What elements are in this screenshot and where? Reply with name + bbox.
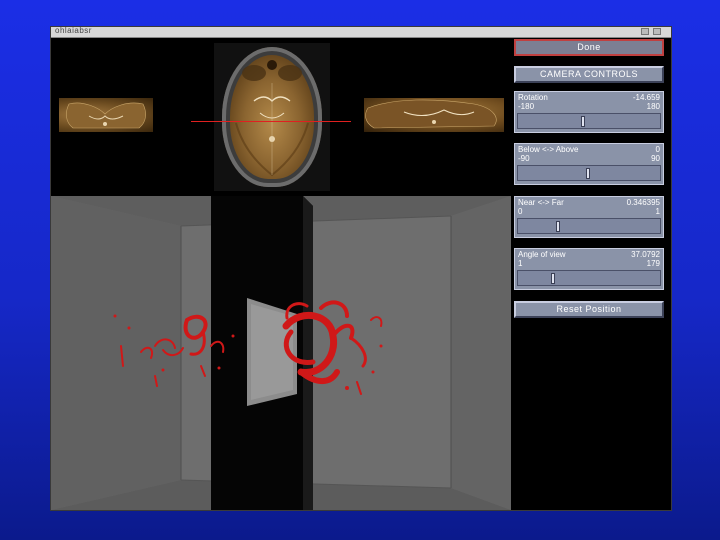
below-above-label: Below <-> Above (518, 145, 579, 154)
rotation-value: -14.659 (632, 93, 660, 102)
coronal-slice[interactable] (59, 98, 153, 132)
rotation-slider-thumb[interactable] (581, 116, 585, 127)
angle-of-view-label: Angle of view (518, 250, 566, 259)
viewer-window: ohlaiabsr Done CAMERA CONTROLS Rotation … (50, 26, 672, 511)
axial-slice[interactable] (214, 43, 330, 191)
angle-of-view-slider-thumb[interactable] (551, 273, 555, 284)
below-above-min: -90 (518, 154, 530, 163)
rotation-control: Rotation -14.659 -180 180 (514, 91, 664, 133)
sagittal-slice[interactable] (364, 98, 504, 132)
below-above-slider-thumb[interactable] (586, 168, 590, 179)
near-far-max: 1 (655, 207, 660, 216)
rotation-max: 180 (646, 102, 660, 111)
near-far-label: Near <-> Far (518, 198, 564, 207)
done-button[interactable]: Done (514, 39, 664, 56)
slice-views (51, 38, 511, 196)
near-far-slider[interactable] (517, 218, 661, 234)
volume-render-view[interactable] (51, 196, 511, 510)
near-far-value: 0.346395 (626, 198, 660, 207)
rotation-min: -180 (518, 102, 535, 111)
angle-of-view-control: Angle of view 37.0792 1 179 (514, 248, 664, 290)
near-far-min: 0 (518, 207, 523, 216)
below-above-slider[interactable] (517, 165, 661, 181)
below-above-max: 90 (651, 154, 660, 163)
angle-of-view-min: 1 (518, 259, 523, 268)
near-far-control: Near <-> Far 0.346395 0 1 (514, 196, 664, 238)
slice-crosshair-line[interactable] (191, 121, 351, 122)
minimize-icon[interactable] (641, 28, 649, 35)
near-far-slider-thumb[interactable] (556, 221, 560, 232)
window-title: ohlaiabsr (55, 26, 92, 35)
below-above-control: Below <-> Above 0 -90 90 (514, 143, 664, 185)
title-bar: ohlaiabsr (51, 26, 671, 38)
below-above-value: 0 (655, 145, 660, 154)
angle-of-view-value: 37.0792 (631, 250, 660, 259)
angle-of-view-slider[interactable] (517, 270, 661, 286)
camera-control-panel: Done CAMERA CONTROLS Rotation -14.659 -1… (512, 38, 671, 510)
camera-controls-button[interactable]: CAMERA CONTROLS (514, 66, 664, 83)
reset-position-button[interactable]: Reset Position (514, 301, 664, 318)
rotation-slider[interactable] (517, 113, 661, 129)
rotation-label: Rotation (518, 93, 548, 102)
angle-of-view-max: 179 (646, 259, 660, 268)
close-icon[interactable] (653, 28, 661, 35)
